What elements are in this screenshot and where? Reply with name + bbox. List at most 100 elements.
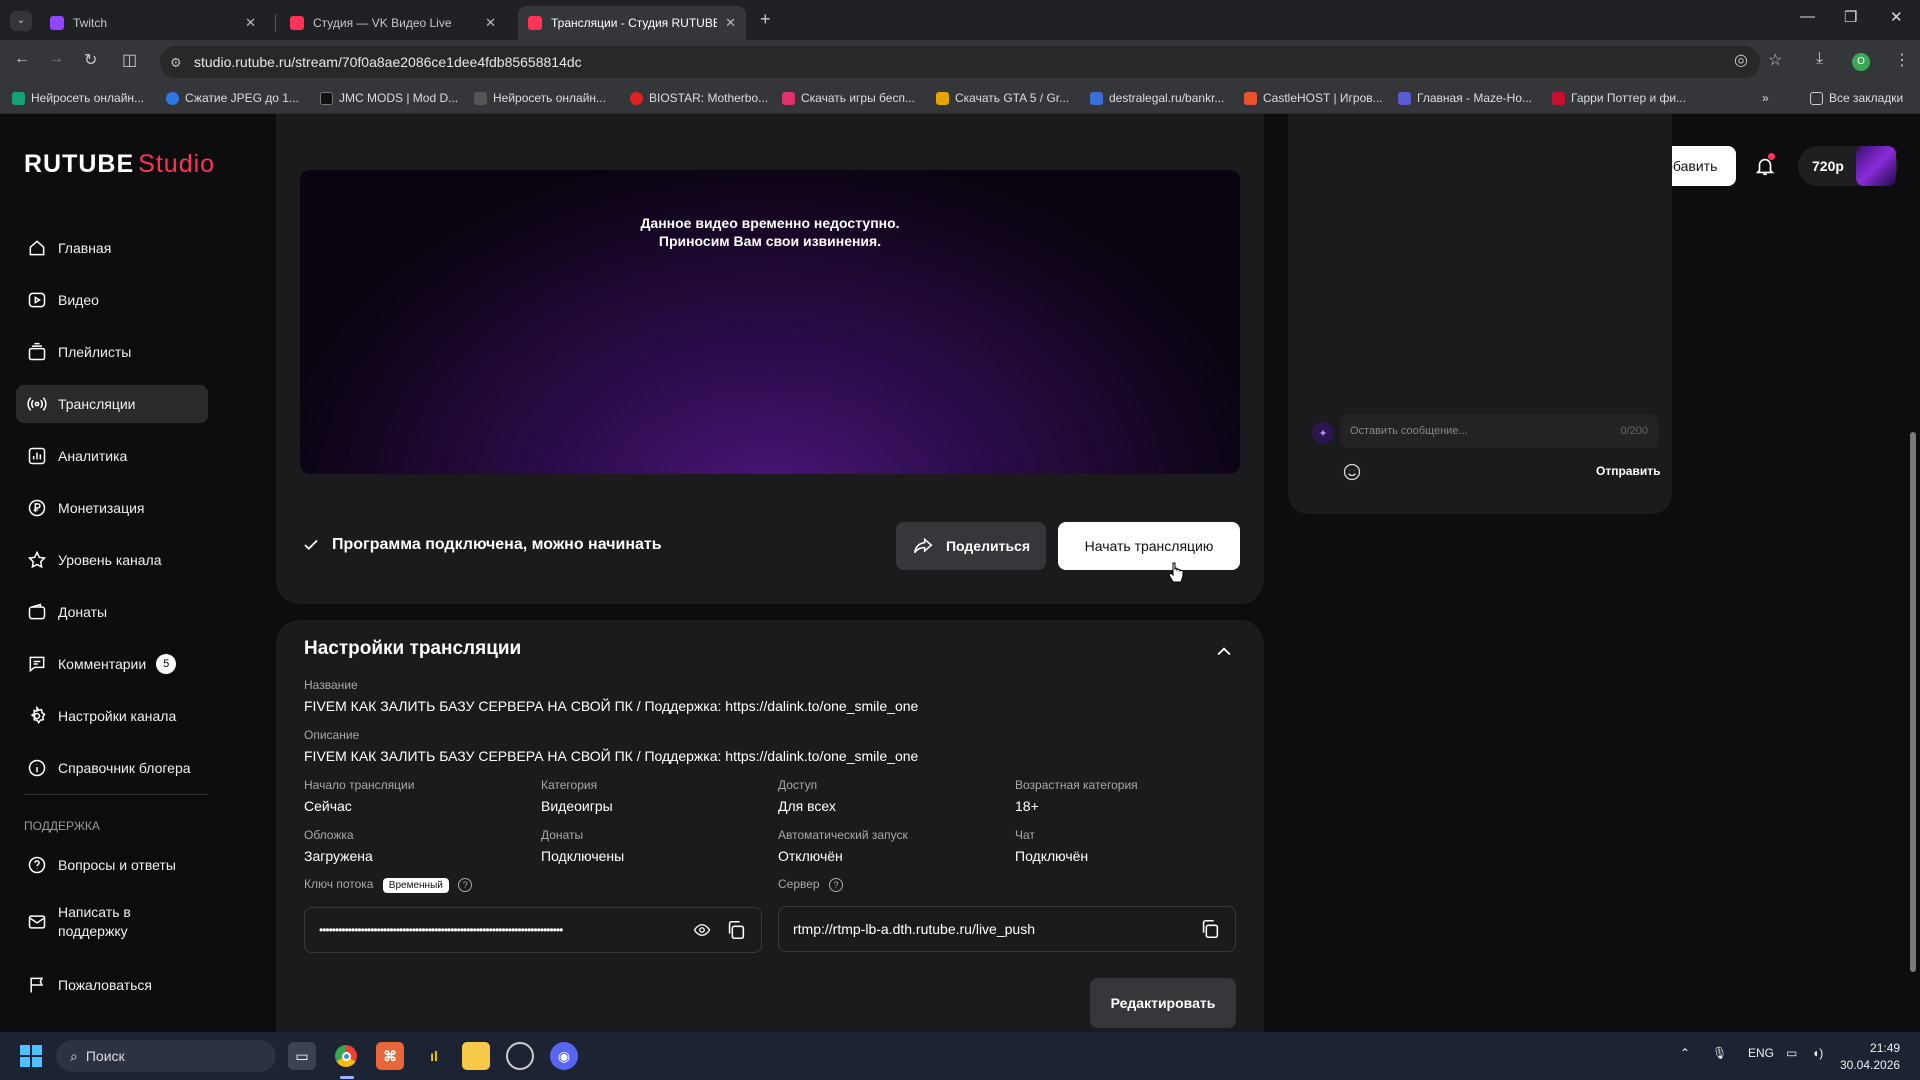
rutube-studio-logo[interactable]: RUTUBE Studio: [24, 150, 215, 179]
url-field[interactable]: studio.rutube.ru/stream/70f0a8ae2086ce1d…: [160, 46, 1760, 78]
close-icon[interactable]: ✕: [485, 15, 496, 31]
notifications-bell-icon[interactable]: [1754, 153, 1776, 183]
video-icon: [26, 289, 48, 311]
bookmark-item[interactable]: Сжатие JPEG до 1...: [166, 91, 299, 105]
broadcast-icon: [26, 393, 48, 415]
sidebar-item-channel-settings[interactable]: Настройки канала: [16, 697, 208, 735]
sidebar-item-monetization[interactable]: Монетизация: [16, 489, 208, 527]
app-icon[interactable]: ⌘: [376, 1042, 404, 1070]
address-bar-row: ← → ↻ ◫ studio.rutube.ru/stream/70f0a8ae…: [0, 40, 1920, 84]
copy-icon[interactable]: [1199, 918, 1221, 940]
close-icon[interactable]: ✕: [245, 15, 256, 31]
bookmark-item[interactable]: JMC MODS | Mod D...: [320, 91, 458, 105]
share-button[interactable]: Поделиться: [896, 522, 1046, 570]
sidebar-item-video[interactable]: Видео: [16, 281, 208, 319]
eye-icon[interactable]: [691, 921, 713, 939]
forward-icon[interactable]: →: [48, 50, 64, 68]
reload-icon[interactable]: ↻: [84, 50, 97, 70]
emoji-icon[interactable]: [1342, 462, 1362, 487]
temporary-tag: Временный: [382, 878, 449, 893]
settings-title: Настройки трансляции: [304, 638, 522, 659]
language-indicator[interactable]: ENG: [1748, 1046, 1774, 1060]
sidebar-item-home[interactable]: Главная: [16, 229, 208, 267]
browser-tab-rutube-studio[interactable]: Трансляции - Студия RUTUBE ✕: [518, 6, 746, 40]
mouse-pointer-icon: [1168, 562, 1184, 589]
tab-search-button[interactable]: ⌄: [10, 11, 32, 31]
sidebar-item-analytics[interactable]: Аналитика: [16, 437, 208, 475]
site-settings-icon[interactable]: ⚙: [170, 55, 182, 71]
chevron-up-icon[interactable]: [1214, 642, 1234, 667]
star-icon: [26, 549, 48, 571]
sidebar-item-channel-level[interactable]: Уровень канала: [16, 541, 208, 579]
discord-icon[interactable]: ◉: [550, 1042, 578, 1070]
network-icon[interactable]: ▭: [1786, 1046, 1797, 1060]
bookmark-star-icon[interactable]: ☆: [1768, 50, 1782, 70]
help-icon[interactable]: ?: [828, 877, 843, 892]
file-explorer-icon[interactable]: [462, 1042, 490, 1070]
bookmark-item[interactable]: destralegal.ru/bankr...: [1090, 91, 1224, 105]
windows-taskbar: ⌕ Поиск ▭ ⌘ ıl ◉ ⌃ 🎙 ENG ▭ ◖) 21:49 30.0…: [0, 1032, 1920, 1080]
autostart-value: Отключён: [778, 848, 843, 864]
bookmark-item[interactable]: Скачать игры бесп...: [782, 91, 915, 105]
browser-tab-vk-live[interactable]: Студия — VK Видео Live ✕: [280, 6, 506, 40]
bookmark-item[interactable]: Главная - Maze-Ho...: [1398, 91, 1532, 105]
sidebar-item-blogger-guide[interactable]: Справочник блогера: [16, 749, 208, 787]
bookmark-item[interactable]: Гарри Поттер и фи...: [1552, 91, 1686, 105]
server-field[interactable]: rtmp://rtmp-lb-a.dth.rutube.ru/live_push: [778, 906, 1236, 952]
bookmark-item[interactable]: Нейросеть онлайн...: [12, 91, 144, 105]
microphone-icon[interactable]: 🎙: [1712, 1046, 1727, 1060]
avatar[interactable]: [1856, 146, 1896, 186]
bookmark-item[interactable]: Скачать GTA 5 / Gr...: [936, 91, 1069, 105]
start-stream-button[interactable]: Начать трансляцию: [1058, 522, 1240, 570]
access-value: Для всех: [778, 798, 836, 814]
system-clock[interactable]: 21:49 30.04.2026: [1840, 1040, 1900, 1074]
chat-placeholder: Оставить сообщение...: [1350, 425, 1468, 437]
downloads-icon[interactable]: ⤓: [1816, 50, 1823, 68]
category-value: Видеоигры: [541, 798, 613, 814]
all-bookmarks-folder[interactable]: Все закладки: [1810, 91, 1903, 105]
task-view-icon[interactable]: ▭: [288, 1042, 316, 1070]
scrollbar-thumb[interactable]: [1910, 432, 1916, 972]
chat-char-counter: 0/200: [1620, 425, 1648, 437]
support-heading: ПОДДЕРЖКА: [24, 819, 100, 833]
quality-label: 720p: [1812, 158, 1844, 174]
bookmark-item[interactable]: Нейросеть онлайн...: [474, 91, 606, 105]
bookmark-icon: [1552, 91, 1565, 105]
help-icon[interactable]: ?: [458, 877, 473, 892]
close-window-icon[interactable]: ✕: [1890, 8, 1903, 26]
sidebar-item-label: Видео: [58, 292, 99, 308]
profile-avatar[interactable]: O: [1852, 53, 1870, 71]
tracking-protection-icon[interactable]: ◎: [1734, 50, 1748, 70]
browser-menu-icon[interactable]: ⋮: [1894, 50, 1910, 70]
bookmark-item[interactable]: CastleHOST | Игров...: [1244, 91, 1383, 105]
sidebar-item-donations[interactable]: Донаты: [16, 593, 208, 631]
taskbar-search[interactable]: ⌕ Поиск: [56, 1040, 276, 1072]
copy-icon[interactable]: [725, 919, 747, 941]
stream-key-field[interactable]: ••••••••••••••••••••••••••••••••••••••••…: [304, 907, 762, 953]
windows-start-icon[interactable]: [20, 1045, 42, 1067]
sidebar-item-contact-support[interactable]: Написать в поддержку: [16, 898, 208, 946]
bookmark-item[interactable]: BIOSTAR: Motherbo...: [630, 91, 768, 105]
sidebar-item-comments[interactable]: Комментарии 5: [16, 645, 208, 683]
new-tab-icon[interactable]: +: [760, 9, 771, 30]
volume-icon[interactable]: ◖): [1812, 1046, 1823, 1060]
chrome-icon[interactable]: [332, 1042, 360, 1070]
sidebar-item-broadcasts[interactable]: Трансляции: [16, 385, 208, 423]
chat-message-input[interactable]: Оставить сообщение... 0/200: [1340, 414, 1658, 448]
restore-icon[interactable]: ❐: [1844, 8, 1857, 26]
back-icon[interactable]: ←: [14, 50, 30, 68]
app-icon[interactable]: ıl: [420, 1042, 448, 1070]
sidebar-item-faq[interactable]: Вопросы и ответы: [16, 846, 208, 884]
minimize-icon[interactable]: —: [1800, 8, 1815, 25]
app-icon[interactable]: [506, 1042, 534, 1070]
chevron-up-icon[interactable]: ⌃: [1680, 1046, 1690, 1060]
sidebar-item-playlists[interactable]: Плейлисты: [16, 333, 208, 371]
chat-send-button[interactable]: Отправить: [1596, 464, 1660, 478]
sidebar-item-report[interactable]: Пожаловаться: [16, 966, 208, 1004]
more-bookmarks-icon[interactable]: »: [1762, 91, 1769, 105]
edit-button[interactable]: Редактировать: [1090, 978, 1236, 1028]
split-view-icon[interactable]: ◫: [122, 50, 137, 70]
close-icon[interactable]: ✕: [725, 15, 736, 31]
start-time-value: Сейчас: [304, 798, 352, 814]
browser-tab-twitch[interactable]: Twitch ✕: [40, 6, 266, 40]
